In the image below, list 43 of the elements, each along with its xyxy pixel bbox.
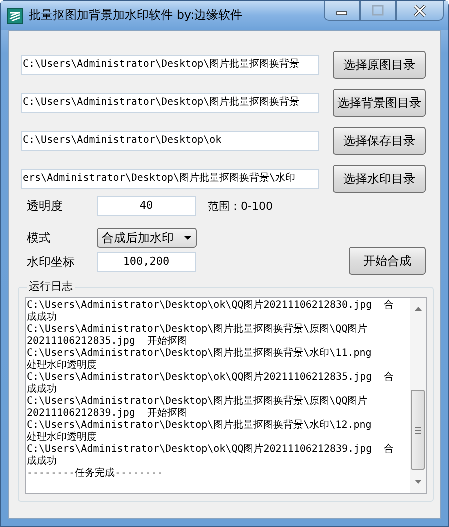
opacity-field[interactable]: 40	[97, 196, 196, 216]
log-line: C:\Users\Administrator\Desktop\ok\QQ图片20211106212830.jpg 合	[27, 300, 396, 312]
minimize-button[interactable]	[324, 1, 360, 21]
start-button[interactable]: 开始合成	[349, 247, 426, 275]
maximize-button[interactable]	[360, 1, 396, 21]
opacity-label: 透明度	[26, 198, 64, 214]
log-line: 20211106212839.jpg 开始抠图	[27, 408, 188, 420]
select-folder-button[interactable]: 选择水印目录	[333, 165, 426, 193]
close-button[interactable]	[396, 1, 444, 21]
mode-label: 模式	[26, 230, 52, 246]
close-icon	[413, 4, 427, 16]
log-line: C:\Users\Administrator\Desktop\图片批量抠图换背景\原图\QQ图片	[27, 324, 369, 336]
position-field[interactable]: 100,200	[97, 252, 196, 272]
path-field[interactable]: ers\Administrator\Desktop\图片批量抠图换背景\水印	[21, 169, 319, 189]
caret-icon	[184, 236, 192, 240]
select-folder-button[interactable]: 选择保存目录	[333, 127, 426, 155]
window-title: 批量抠图加背景加水印软件 by:边缘软件	[29, 7, 244, 24]
range-hint: 范围：0-100	[208, 198, 273, 214]
path-field[interactable]: C:\Users\Administrator\Desktop\图片批量抠图换背景	[21, 93, 319, 113]
path-field[interactable]: C:\Users\Administrator\Desktop\ok	[21, 131, 319, 151]
scroll-up-icon[interactable]	[414, 307, 422, 311]
log-line: C:\Users\Administrator\Desktop\图片批量抠图换背景\原图\QQ图片	[27, 396, 369, 408]
scrollbar[interactable]	[410, 298, 426, 493]
log-line: C:\Users\Administrator\Desktop\图片批量抠图换背景\水印\12.png	[27, 420, 373, 432]
maximize-icon	[371, 4, 385, 16]
log-line: C:\Users\Administrator\Desktop\ok\QQ图片20211106212835.jpg 合	[27, 372, 396, 384]
mode-dropdown[interactable]: 合成后加水印	[97, 228, 197, 248]
scroll-down-icon[interactable]	[414, 480, 422, 484]
log-line: 处理水印透明度	[27, 360, 98, 372]
log-line: 20211106212835.jpg 开始抠图	[27, 336, 188, 348]
log-line: 成成功	[27, 456, 58, 468]
position-label: 水印坐标	[26, 254, 76, 270]
log-line: --------任务完成--------	[27, 468, 164, 480]
log-line: 成成功	[27, 312, 58, 324]
log-title: 运行日志	[27, 280, 75, 294]
select-folder-button[interactable]: 选择背景图目录	[333, 89, 426, 117]
log-line: C:\Users\Administrator\Desktop\图片批量抠图换背景\水印\11.png	[27, 348, 373, 360]
app-icon	[7, 8, 23, 24]
log-line: 成成功	[27, 384, 58, 396]
select-folder-button[interactable]: 选择原图目录	[333, 51, 426, 79]
log-line: C:\Users\Administrator\Desktop\ok\QQ图片20211106212839.jpg 合	[27, 444, 396, 456]
log-line: 处理水印透明度	[27, 432, 98, 444]
path-field[interactable]: C:\Users\Administrator\Desktop\图片批量抠图换背景	[21, 55, 319, 75]
